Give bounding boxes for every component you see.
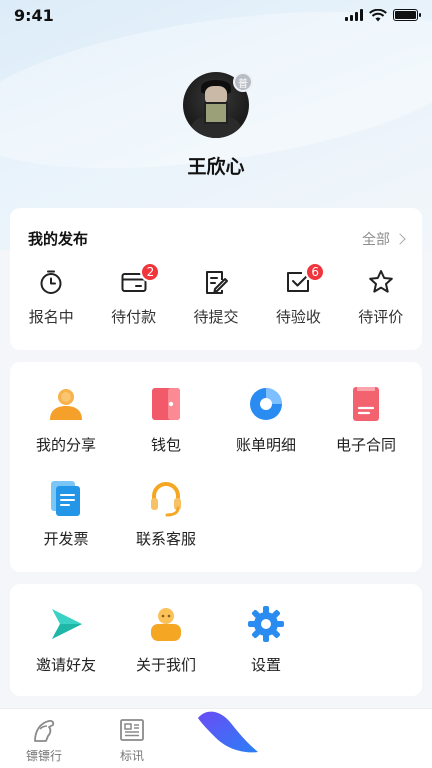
more-card: 邀请好友 关于我们 设置 xyxy=(10,584,422,696)
edit-doc-icon xyxy=(205,271,228,294)
contract-icon xyxy=(353,387,379,421)
menu-item-label: 钱包 xyxy=(150,436,181,454)
gear-icon xyxy=(248,606,284,642)
profile-avatar-area[interactable]: 普 xyxy=(183,72,253,138)
menu-item-label: 开发票 xyxy=(43,530,89,548)
publish-status-row: 报名中 2 待付款 待提交 6 待验收 待评价 xyxy=(10,262,422,327)
status-label: 待付款 xyxy=(111,308,157,326)
status-label: 报名中 xyxy=(28,308,74,326)
nav-item-biaobiao[interactable]: 镖镖行 xyxy=(0,709,88,768)
timer-icon xyxy=(40,270,62,294)
view-all-label: 全部 xyxy=(362,231,390,248)
pending-acceptance-count-badge: 6 xyxy=(305,262,326,282)
invoice-icon xyxy=(51,481,80,516)
about-user-icon xyxy=(151,608,181,641)
menu-item-label: 邀请好友 xyxy=(35,656,96,674)
signal-icon xyxy=(345,9,363,21)
status-label: 待提交 xyxy=(193,308,239,326)
tools-card: 我的分享 钱包 账单明细 电子合同 开发票 联系客服 xyxy=(10,362,422,572)
news-icon xyxy=(120,719,144,741)
share-user-icon xyxy=(50,389,82,420)
my-publish-card: 我的发布 全部 报名中 2 待付款 待提交 6 待验收 待评价 xyxy=(10,208,422,350)
star-icon xyxy=(368,270,393,293)
status-item-pending-acceptance[interactable]: 6 待验收 xyxy=(257,262,339,327)
menu-item-e-contract[interactable]: 电子合同 xyxy=(316,384,416,455)
nav-label: 镖镖行 xyxy=(25,749,62,763)
tools-row-1: 我的分享 钱包 账单明细 电子合同 xyxy=(10,384,422,455)
menu-item-customer-service[interactable]: 联系客服 xyxy=(116,478,216,549)
wifi-icon xyxy=(369,8,387,21)
bill-chart-icon xyxy=(250,388,282,420)
status-item-registering[interactable]: 报名中 xyxy=(10,268,92,327)
center-action-icon[interactable] xyxy=(190,692,260,762)
menu-item-settings[interactable]: 设置 xyxy=(216,604,316,675)
menu-item-label: 电子合同 xyxy=(335,436,396,454)
wallet-icon xyxy=(152,388,180,420)
status-item-pending-review[interactable]: 待评价 xyxy=(340,268,422,327)
more-row: 邀请好友 关于我们 设置 xyxy=(10,604,422,675)
my-publish-header: 我的发布 全部 xyxy=(28,228,406,249)
nav-label: 标讯 xyxy=(119,749,144,763)
menu-item-my-share[interactable]: 我的分享 xyxy=(16,384,116,455)
profile-name[interactable]: 王欣心 xyxy=(0,152,432,179)
menu-item-issue-invoice[interactable]: 开发票 xyxy=(16,478,116,549)
menu-item-label: 联系客服 xyxy=(135,530,196,548)
status-time: 9:41 xyxy=(14,5,54,25)
menu-item-label: 账单明细 xyxy=(235,436,296,454)
view-all-link[interactable]: 全部 xyxy=(362,229,406,249)
menu-item-label: 关于我们 xyxy=(135,656,196,674)
member-level-badge: 普 xyxy=(233,72,253,92)
pending-payment-count-badge: 2 xyxy=(140,262,161,282)
nav-item-biaoxun[interactable]: 标讯 xyxy=(88,709,176,768)
menu-item-about-us[interactable]: 关于我们 xyxy=(116,604,216,675)
headset-icon xyxy=(151,482,181,517)
menu-item-label: 设置 xyxy=(250,656,281,674)
status-item-pending-submit[interactable]: 待提交 xyxy=(175,268,257,327)
menu-item-wallet[interactable]: 钱包 xyxy=(116,384,216,455)
status-icons xyxy=(345,8,421,22)
tools-row-2: 开发票 联系客服 xyxy=(10,478,422,549)
horse-icon xyxy=(34,720,55,742)
my-publish-title: 我的发布 xyxy=(28,230,89,248)
menu-item-bill-details[interactable]: 账单明细 xyxy=(216,384,316,455)
chevron-right-icon xyxy=(394,232,406,245)
battery-icon xyxy=(393,9,421,21)
status-label: 待评价 xyxy=(358,308,404,326)
status-label: 待验收 xyxy=(275,308,321,326)
status-bar: 9:41 xyxy=(0,0,432,30)
menu-item-invite-friends[interactable]: 邀请好友 xyxy=(16,604,116,675)
status-item-pending-payment[interactable]: 2 待付款 xyxy=(92,262,174,327)
menu-item-label: 我的分享 xyxy=(35,436,96,454)
invite-arrow-icon xyxy=(52,609,82,639)
